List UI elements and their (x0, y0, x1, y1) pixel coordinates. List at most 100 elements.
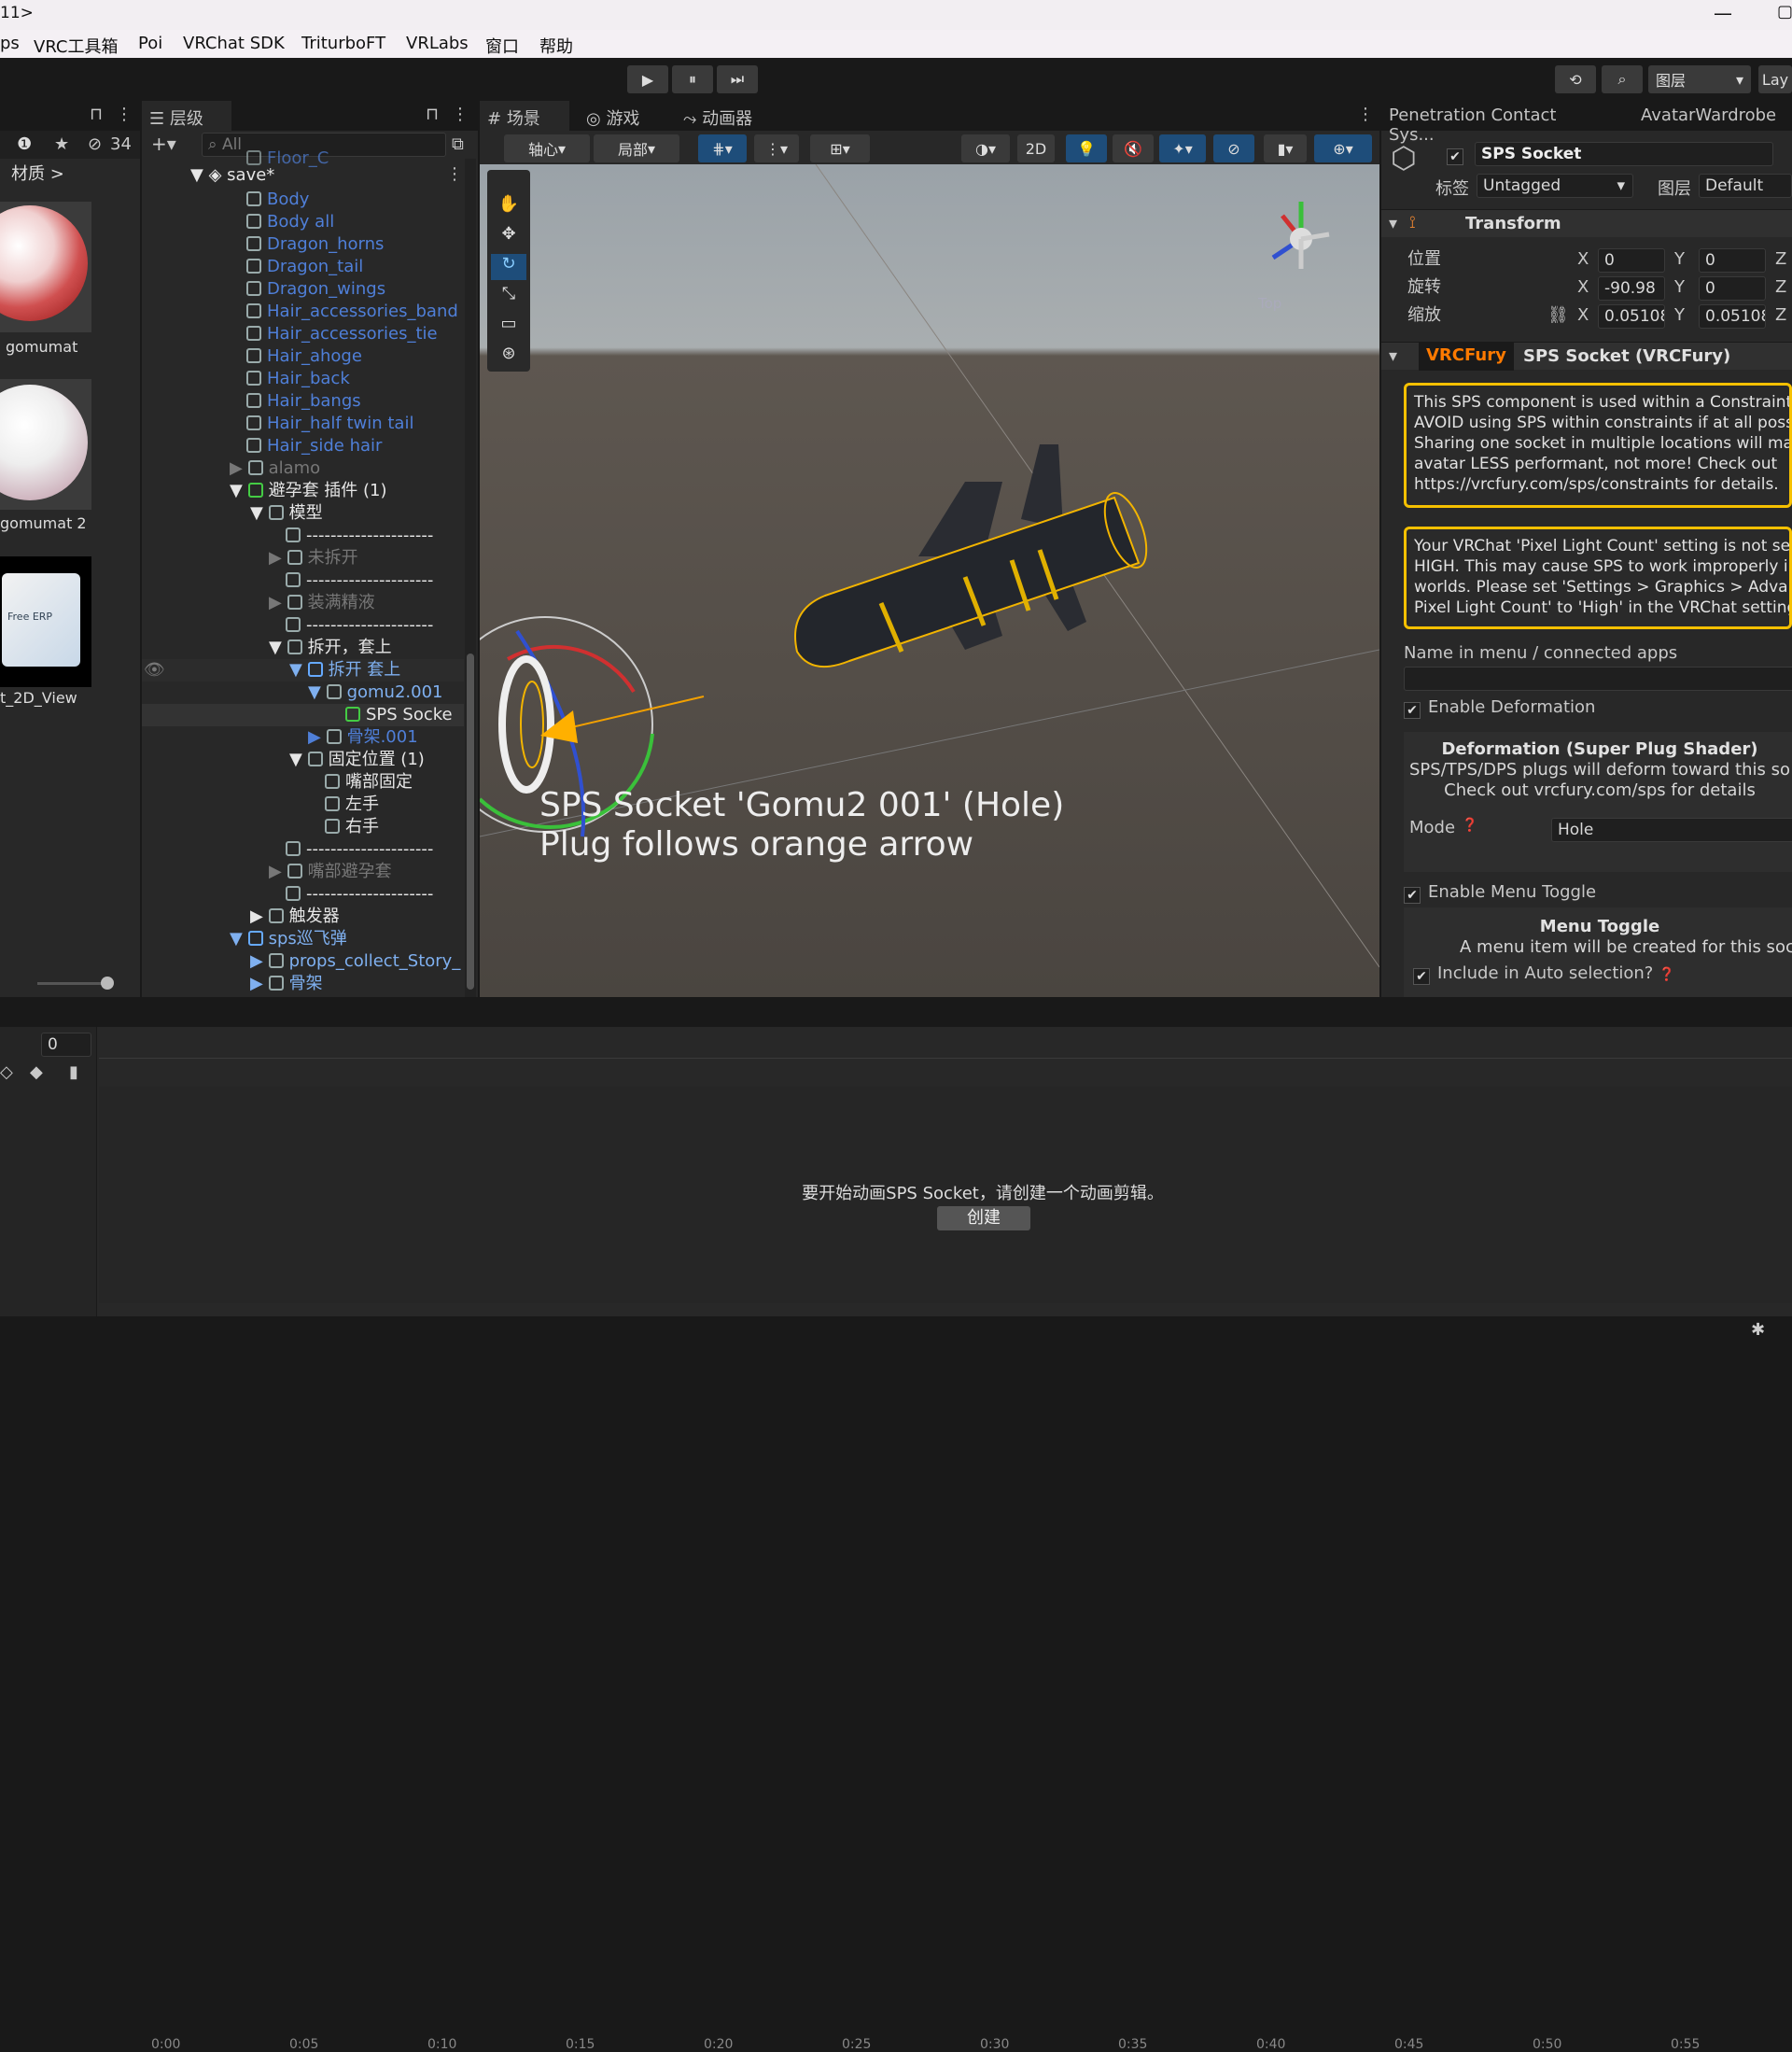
help-icon[interactable]: ❓ (1659, 967, 1674, 982)
gizmos-button[interactable]: ⊕▾ (1314, 134, 1372, 162)
history-icon[interactable]: ⟲ (1555, 65, 1596, 93)
minimize-button[interactable]: — (1714, 2, 1732, 24)
maximize-button[interactable]: ▢ (1777, 2, 1792, 21)
hierarchy-item[interactable]: Body (246, 189, 309, 211)
hierarchy-item[interactable]: Hair_ahoge (246, 345, 362, 368)
pivot-dropdown[interactable]: 轴心 ▾ (504, 134, 590, 162)
breadcrumb[interactable]: 材质 > (11, 161, 64, 185)
hierarchy-item[interactable]: Hair_accessories_tie (246, 323, 438, 345)
object-name-field[interactable]: SPS Socket (1475, 142, 1773, 166)
hierarchy-item-selected[interactable]: SPS Socke (142, 704, 464, 726)
hierarchy-item[interactable]: Floor_C (246, 148, 329, 170)
hierarchy-item[interactable]: --------------------- (286, 614, 433, 637)
asset-thumb-gomumat[interactable] (0, 202, 91, 332)
tag-dropdown[interactable]: Untagged ▾ (1477, 174, 1633, 198)
ruler-button[interactable]: ⊞▾ (810, 134, 870, 162)
shading-mode-button[interactable]: ◑▾ (961, 134, 1010, 162)
scale-y-field[interactable]: 0.05108 (1699, 304, 1766, 329)
hierarchy-item[interactable]: ▶ alamo (230, 457, 320, 480)
hierarchy-item[interactable]: ▶ 骨架.001 (308, 726, 418, 749)
scale-x-field[interactable]: 0.05108 (1598, 304, 1665, 329)
star-icon[interactable]: ★ (54, 134, 69, 154)
hierarchy-item[interactable]: --------------------- (286, 838, 433, 861)
add-keyframe-icon[interactable]: ◇ (0, 1062, 13, 1082)
add-event-icon[interactable]: ◆ (30, 1062, 43, 1082)
menu-item-vrchat-sdk[interactable]: VRChat SDK (183, 34, 285, 53)
search-options-icon[interactable]: ⧉ (452, 134, 464, 154)
name-in-menu-input[interactable] (1404, 667, 1792, 691)
rotate-tool-icon[interactable]: ↻ (491, 254, 526, 280)
timeline-ruler[interactable] (99, 1027, 1792, 1059)
effects-button[interactable]: ✦▾ (1159, 134, 1206, 162)
hierarchy-item[interactable]: ▶ 骨架 (250, 973, 323, 995)
position-x-field[interactable]: 0 (1598, 248, 1665, 273)
checkbox-checked[interactable]: ✔ (1404, 702, 1421, 719)
lighting-icon[interactable]: 💡 (1066, 134, 1107, 162)
menu-item-help[interactable]: 帮助 (539, 34, 573, 58)
create-clip-button[interactable]: 创建 (937, 1206, 1030, 1230)
include-auto-toggle[interactable]: ✔ Include in Auto selection? ❓ (1413, 963, 1675, 985)
hierarchy-item[interactable]: Hair_accessories_band (246, 301, 458, 323)
rotation-y-field[interactable]: 0 (1699, 276, 1766, 301)
audio-icon[interactable]: 🔇 (1113, 134, 1154, 162)
hierarchy-item[interactable]: ▶ 触发器 (250, 906, 340, 928)
visibility-toggle-icon[interactable]: ⊘ (1213, 134, 1254, 162)
lock-icon[interactable]: ⊓ (90, 105, 103, 124)
hierarchy-scrollbar[interactable] (465, 159, 476, 997)
step-button[interactable]: ⏭ (717, 65, 758, 93)
tab-hierarchy[interactable]: ☰ 层级 (142, 101, 231, 131)
scale-tool-icon[interactable]: ⤡ (491, 284, 526, 310)
hierarchy-item[interactable]: ▶ 装满精液 (269, 592, 375, 614)
menu-item-ps[interactable]: ps (0, 34, 20, 53)
zoom-slider-handle[interactable] (101, 977, 114, 990)
transform-header[interactable]: ▾ ⟟ Transform (1381, 209, 1792, 237)
local-dropdown[interactable]: 局部 ▾ (594, 134, 679, 162)
scene-viewport[interactable]: Top ✋ ✥ ↻ ⤡ ▭ ⊛ SPS Socket 'Gomu2 001' (… (480, 164, 1379, 997)
link-icon[interactable]: ⛓ (1547, 302, 1569, 329)
tab-penetration-contact[interactable]: Penetration Contact Sys... (1381, 101, 1605, 145)
rect-tool-icon[interactable]: ▭ (491, 314, 526, 340)
asset-thumb-2d-view[interactable]: Free ERP (0, 556, 91, 687)
rotation-x-field[interactable]: -90.98 (1598, 276, 1665, 301)
active-checkbox[interactable]: ✔ (1447, 144, 1471, 165)
hierarchy-item[interactable]: ▶ 嘴部避孕套 (269, 861, 392, 883)
more-icon[interactable]: ⋮ (452, 105, 469, 124)
lock-icon[interactable]: ⊓ (426, 105, 439, 124)
hierarchy-item[interactable]: ▼ gomu2.001 (308, 682, 443, 704)
grid-snap-button[interactable]: ⋕▾ (698, 134, 747, 162)
play-button[interactable]: ▶ (627, 65, 668, 93)
hierarchy-item[interactable]: Dragon_wings (246, 278, 385, 301)
hierarchy-item[interactable]: 右手 (325, 816, 379, 838)
hidden-icon[interactable]: ⊘ (88, 134, 102, 154)
tab-scene[interactable]: # 场景 (480, 101, 569, 131)
alert-icon[interactable]: ❶ (17, 134, 32, 154)
hierarchy-item[interactable]: Hair_half twin tail (246, 413, 413, 435)
snap-increment-button[interactable]: ⋮▾ (754, 134, 799, 162)
hierarchy-item[interactable]: ▼ 避孕套 插件 (1) (230, 480, 387, 502)
move-tool-icon[interactable]: ✥ (491, 224, 526, 250)
more-icon[interactable]: ⋮ (116, 105, 133, 124)
tab-game[interactable]: ◎ 游戏 (579, 101, 668, 131)
hierarchy-item[interactable]: Hair_back (246, 368, 350, 390)
enable-menu-toggle[interactable]: ✔ Enable Menu Toggle (1404, 879, 1596, 906)
search-icon[interactable]: ⌕ (1602, 65, 1643, 93)
tab-avatar-wardrobe[interactable]: AvatarWardrobe (1633, 101, 1792, 131)
hierarchy-item[interactable]: Dragon_tail (246, 256, 363, 278)
vrcfury-header[interactable]: ▾ VRCFury SPS Socket (VRCFury) (1381, 342, 1792, 371)
add-button[interactable]: +▾ (151, 133, 176, 155)
hierarchy-item[interactable]: ▼ 固定位置 (1) (289, 749, 425, 771)
zoom-slider[interactable] (37, 977, 114, 990)
menu-item-vrlabs[interactable]: VRLabs (406, 34, 469, 53)
hierarchy-item[interactable]: 嘴部固定 (325, 771, 413, 794)
mode-2d-button[interactable]: 2D (1017, 134, 1055, 162)
layout-dropdown[interactable]: Lay (1758, 65, 1792, 93)
frame-field[interactable]: 0 (41, 1033, 91, 1057)
hierarchy-item-selected-parent[interactable]: 👁 ▼ 拆开 套上 (142, 659, 464, 682)
hierarchy-item[interactable]: --------------------- (286, 525, 433, 547)
hierarchy-item[interactable]: Body all (246, 211, 334, 233)
enable-deformation-toggle[interactable]: ✔ Enable Deformation (1404, 695, 1595, 721)
camera-button[interactable]: ▮▾ (1264, 134, 1307, 162)
asset-thumb-gomumat-2[interactable] (0, 379, 91, 510)
debug-icon[interactable]: ✱ (1751, 1320, 1765, 1340)
menu-item-triturboft[interactable]: TriturboFT (301, 34, 385, 53)
